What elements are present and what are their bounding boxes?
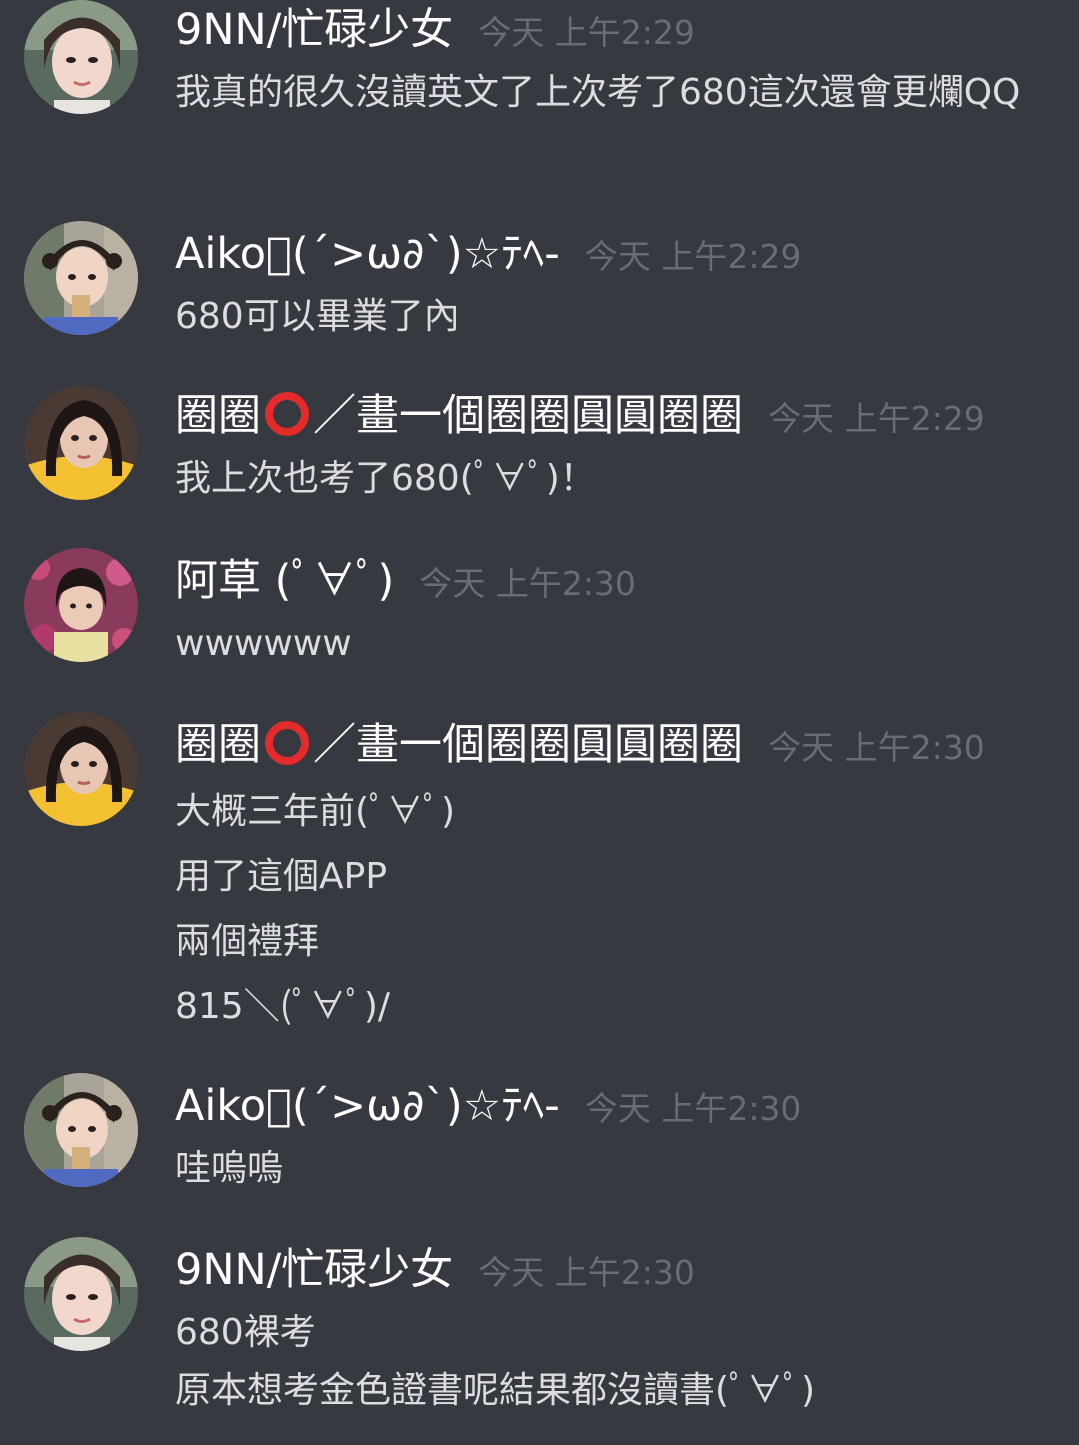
username[interactable]: 阿草 (ﾟ∀ﾟ) [175,556,394,606]
message-header: 9NN/忙碌少女 今天 上午2:30 [175,1240,695,1300]
user-avatar[interactable] [24,221,138,335]
username[interactable]: Aiko (´>ω∂`)☆ﾃﾍ- [175,229,560,279]
message-body: 大概三年前(ﾟ∀ﾟ) 用了這個APP 兩個禮拜 815＼(ﾟ∀ﾟ)/ [175,779,1055,1039]
message-text: 680裸考 [175,1312,316,1353]
username[interactable]: 9NN/忙碌少女 [175,5,453,55]
user-avatar[interactable] [24,0,138,114]
username[interactable]: 圈圈 ／畫一個圈圈圓圓圈圈 [175,391,743,441]
message-header: 9NN/忙碌少女 今天 上午2:29 [175,0,695,60]
red-circle-icon [265,721,309,765]
username-part: 圈圈 [175,391,261,441]
message-header: Aiko (´>ω∂`)☆ﾃﾍ- 今天 上午2:30 [175,1076,801,1136]
timestamp: 今天 上午2:29 [584,237,802,276]
username[interactable]: Aiko (´>ω∂`)☆ﾃﾍ- [175,1081,560,1131]
message-header: 圈圈 ／畫一個圈圈圓圓圈圈 今天 上午2:29 [175,386,985,446]
user-avatar[interactable] [24,548,138,662]
message-text: 我上次也考了680(ﾟ∀ﾟ)！ [175,458,596,499]
timestamp: 今天 上午2:30 [584,1089,802,1128]
message-text: wwwwww [175,623,352,664]
username-part: 圈圈 [175,720,261,770]
timestamp: 今天 上午2:30 [419,564,636,603]
user-avatar[interactable] [24,712,138,826]
message-body: 680可以畢業了內 [175,288,1055,346]
message-text: 大概三年前(ﾟ∀ﾟ) [175,791,456,832]
username[interactable]: 9NN/忙碌少女 [175,1245,453,1295]
message-body: wwwwww [175,615,1055,673]
message-text: 兩個禮拜 [175,921,320,962]
timestamp: 今天 上午2:30 [768,728,985,767]
user-avatar[interactable] [24,386,138,500]
user-avatar[interactable] [24,1237,138,1351]
username-part: ／畫一個圈圈圓圓圈圈 [313,391,743,441]
message-header: 圈圈 ／畫一個圈圈圓圓圈圈 今天 上午2:30 [175,715,985,775]
message-text: 815＼(ﾟ∀ﾟ)/ [175,986,391,1027]
timestamp: 今天 上午2:30 [478,1253,695,1292]
message-text: 原本想考金色證書呢結果都沒讀書(ﾟ∀ﾟ) [175,1370,816,1411]
message-body: 哇嗚嗚 [175,1140,1055,1198]
message-body: 680裸考 原本想考金色證書呢結果都沒讀書(ﾟ∀ﾟ) [175,1304,1055,1420]
message-body: 我上次也考了680(ﾟ∀ﾟ)！ [175,450,1055,508]
message-text: 我真的很久沒讀英文了上次考了680這次還會更爛QQ [175,72,1021,113]
timestamp: 今天 上午2:29 [768,399,985,438]
message-text: 680可以畢業了內 [175,296,460,337]
timestamp: 今天 上午2:29 [478,13,695,52]
username[interactable]: 圈圈 ／畫一個圈圈圓圓圈圈 [175,720,743,770]
message-body: 我真的很久沒讀英文了上次考了680這次還會更爛QQ [175,64,1055,122]
user-avatar[interactable] [24,1073,138,1187]
red-circle-icon [265,392,309,436]
message-text: 用了這個APP [175,856,388,897]
username-part: ／畫一個圈圈圓圓圈圈 [313,720,743,770]
message-header: 阿草 (ﾟ∀ﾟ) 今天 上午2:30 [175,551,636,611]
message-text: 哇嗚嗚 [175,1148,284,1189]
message-header: Aiko (´>ω∂`)☆ﾃﾍ- 今天 上午2:29 [175,224,801,284]
